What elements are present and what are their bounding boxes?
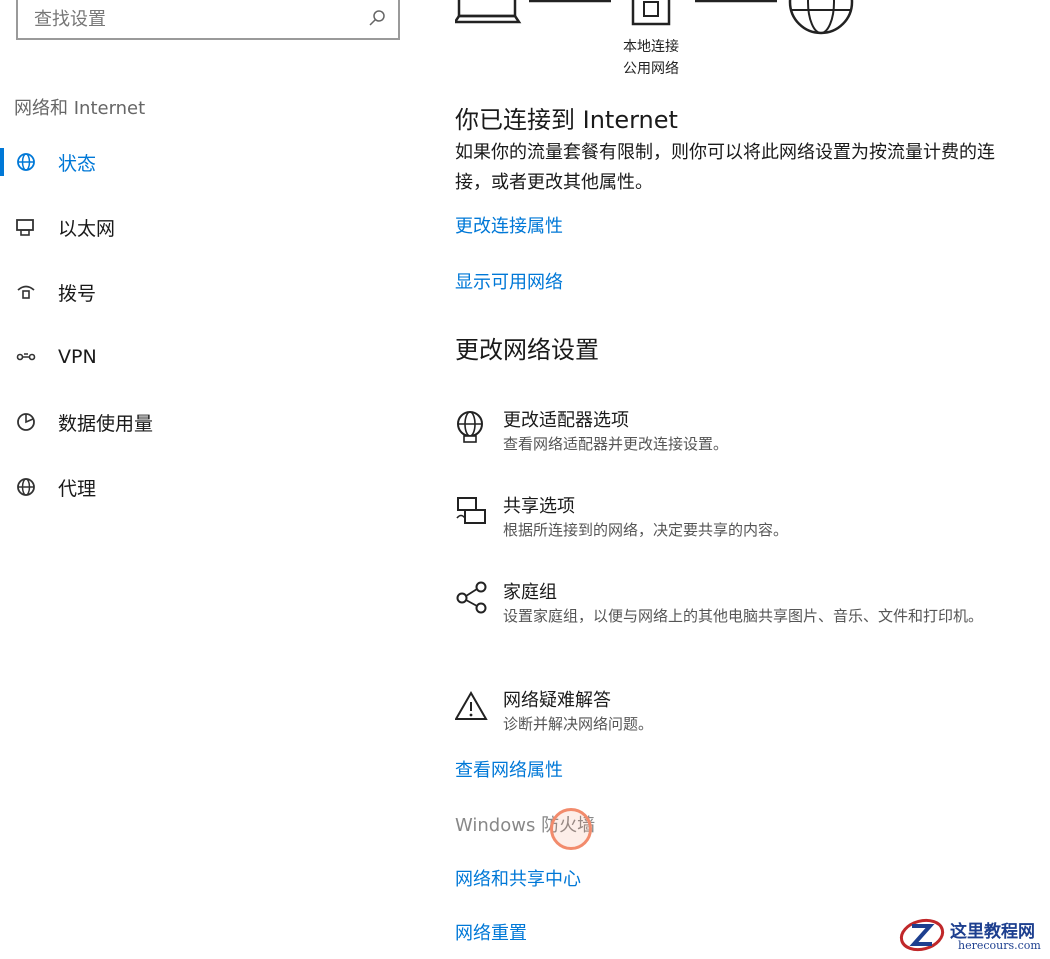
option-title: 共享选项 <box>503 496 575 517</box>
option-description: 根据所连接到的网络，决定要共享的内容。 <box>503 521 789 539</box>
option-description: 设置家庭组，以便与网络上的其他电脑共享图片、音乐、文件和打印机。 <box>503 607 984 625</box>
router-icon <box>631 0 671 26</box>
sidebar-item-status[interactable]: 状态 <box>0 142 400 182</box>
ethernet-icon <box>14 215 38 239</box>
proxy-globe-icon <box>14 475 38 499</box>
option-sharing[interactable]: 共享选项 根据所连接到的网络，决定要共享的内容。 <box>455 492 1045 552</box>
sidebar-item-label: 状态 <box>58 152 97 175</box>
option-adapter[interactable]: 更改适配器选项 查看网络适配器并更改连接设置。 <box>455 406 1045 466</box>
dialup-icon <box>14 280 38 304</box>
search-box[interactable] <box>16 0 400 40</box>
show-available-networks-link[interactable]: 显示可用网络 <box>455 268 563 294</box>
change-connection-properties-link[interactable]: 更改连接属性 <box>455 212 563 238</box>
sidebar-item-label: VPN <box>58 346 97 368</box>
search-icon[interactable] <box>368 9 386 27</box>
sidebar-item-proxy[interactable]: 代理 <box>0 467 400 507</box>
option-description: 诊断并解决网络问题。 <box>503 715 654 733</box>
connected-description: 如果你的流量套餐有限制，则你可以将此网络设置为按流量计费的连接，或者更改其他属性… <box>455 142 995 193</box>
view-network-properties-link[interactable]: 查看网络属性 <box>455 756 563 782</box>
network-sharing-center-link[interactable]: 网络和共享中心 <box>455 865 581 891</box>
change-settings-heading: 更改网络设置 <box>455 336 599 364</box>
watermark-url: herecours.com <box>958 939 1041 952</box>
section-label: 网络和 Internet <box>14 98 146 119</box>
sidebar-item-dialup[interactable]: 拨号 <box>0 272 400 312</box>
data-usage-icon <box>14 410 38 434</box>
connection-name: 本地连接 <box>623 39 679 55</box>
sidebar-item-label: 代理 <box>58 477 97 500</box>
option-troubleshoot[interactable]: 网络疑难解答 诊断并解决网络问题。 <box>455 686 1045 746</box>
adapter-globe-icon <box>457 411 483 443</box>
option-title: 网络疑难解答 <box>503 690 611 711</box>
search-input[interactable] <box>32 4 356 34</box>
homegroup-icon <box>456 581 487 614</box>
sharing-icon <box>456 497 486 524</box>
network-reset-link[interactable]: 网络重置 <box>455 919 527 945</box>
option-description: 查看网络适配器并更改连接设置。 <box>503 435 729 453</box>
sidebar-item-ethernet[interactable]: 以太网 <box>0 207 400 247</box>
watermark: 这里教程网 herecours.com <box>896 913 1046 957</box>
network-diagram: 本地连接 公用网络 <box>452 0 875 90</box>
watermark-logo-icon <box>899 918 945 952</box>
sidebar-item-label: 拨号 <box>58 282 97 305</box>
option-homegroup[interactable]: 家庭组 设置家庭组，以便与网络上的其他电脑共享图片、音乐、文件和打印机。 <box>455 578 1045 658</box>
connected-heading: 你已连接到 Internet <box>455 106 678 134</box>
sidebar-item-vpn[interactable]: VPN <box>0 337 400 377</box>
warning-icon <box>455 690 488 720</box>
sidebar-item-data-usage[interactable]: 数据使用量 <box>0 402 400 442</box>
option-title: 更改适配器选项 <box>503 410 629 431</box>
status-globe-icon <box>14 150 38 174</box>
sidebar: 网络和 Internet 状态 以太网 拨号 <box>0 0 420 959</box>
network-type: 公用网络 <box>623 61 679 77</box>
sidebar-item-label: 以太网 <box>58 217 116 240</box>
option-title: 家庭组 <box>503 582 557 603</box>
internet-globe-icon <box>788 0 854 35</box>
sidebar-item-label: 数据使用量 <box>58 412 154 435</box>
vpn-icon <box>14 345 38 369</box>
main-content: 本地连接 公用网络 你已连接到 Internet 如果你的流量套餐有限制，则你可… <box>452 0 1045 959</box>
active-indicator <box>0 148 4 176</box>
mouse-cursor-indicator <box>550 808 592 850</box>
laptop-icon <box>452 0 522 24</box>
